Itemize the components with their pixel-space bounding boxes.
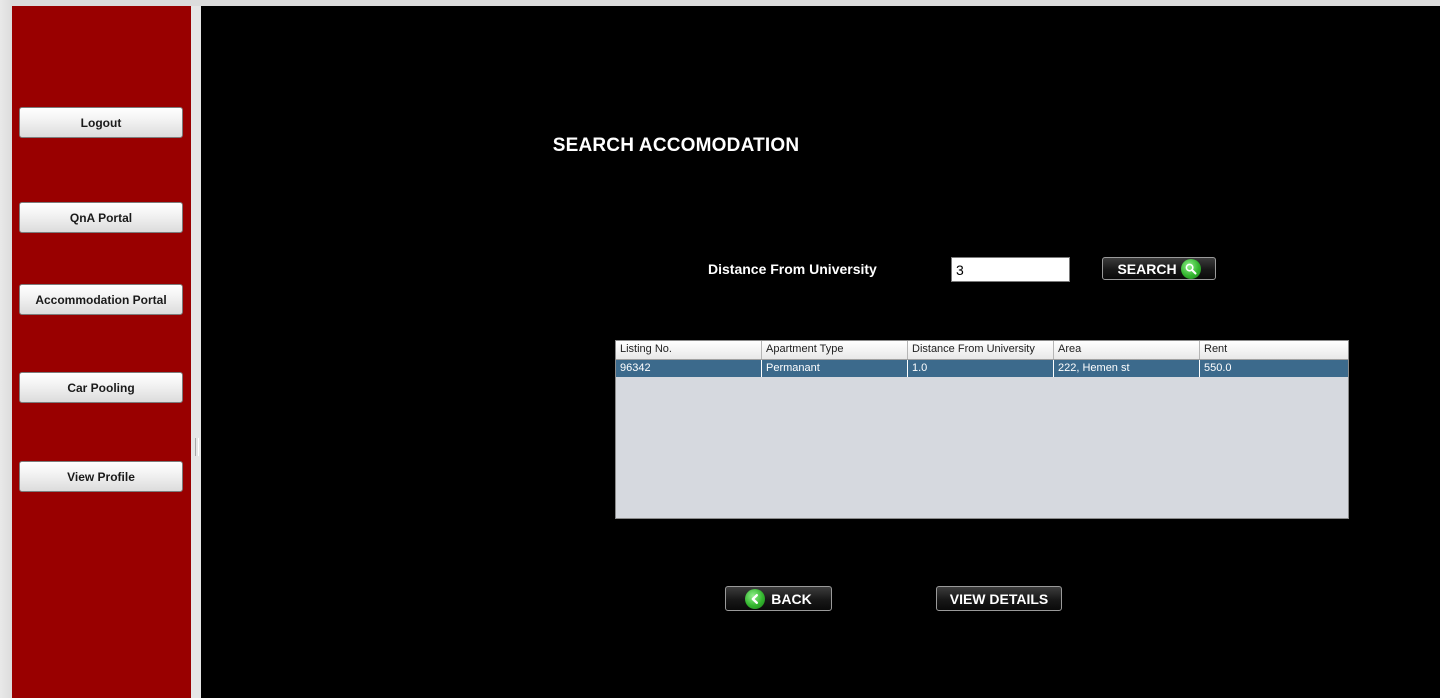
qna-portal-button[interactable]: QnA Portal [19,202,183,233]
split-divider-grip[interactable] [195,438,199,456]
car-pooling-button[interactable]: Car Pooling [19,372,183,403]
cell-area: 222, Hemen st [1054,360,1200,377]
listings-table[interactable]: Listing No. Apartment Type Distance From… [615,340,1349,519]
column-header-listing-no[interactable]: Listing No. [616,341,762,359]
column-header-distance[interactable]: Distance From University [908,341,1054,359]
split-divider[interactable] [191,6,201,698]
cell-distance: 1.0 [908,360,1054,377]
search-button[interactable]: SEARCH [1102,257,1216,280]
magnifier-icon [1180,258,1201,279]
page-title: SEARCH ACCOMODATION [552,135,800,156]
sidebar: Logout QnA Portal Accommodation Portal C… [12,6,191,698]
logout-button[interactable]: Logout [19,107,183,138]
app-window: Logout QnA Portal Accommodation Portal C… [0,0,1440,698]
distance-label: Distance From University [708,261,877,277]
main-panel: SEARCH ACCOMODATION Distance From Univer… [201,6,1440,698]
column-header-rent[interactable]: Rent [1200,341,1348,359]
column-header-area[interactable]: Area [1054,341,1200,359]
accommodation-portal-button[interactable]: Accommodation Portal [19,284,183,315]
table-row[interactable]: 96342 Permanant 1.0 222, Hemen st 550.0 [616,360,1348,377]
search-button-label: SEARCH [1117,260,1177,277]
arrow-left-icon [745,588,766,609]
cell-listing-no: 96342 [616,360,762,377]
table-header: Listing No. Apartment Type Distance From… [616,341,1348,360]
column-header-apartment-type[interactable]: Apartment Type [762,341,908,359]
back-button-label: BACK [771,590,812,607]
view-details-button[interactable]: VIEW DETAILS [936,586,1062,611]
view-details-button-label: VIEW DETAILS [949,590,1049,607]
cell-rent: 550.0 [1204,362,1232,374]
view-profile-button[interactable]: View Profile [19,461,183,492]
cell-apartment-type: Permanant [762,360,908,377]
distance-input[interactable] [951,257,1070,282]
back-button[interactable]: BACK [725,586,832,611]
